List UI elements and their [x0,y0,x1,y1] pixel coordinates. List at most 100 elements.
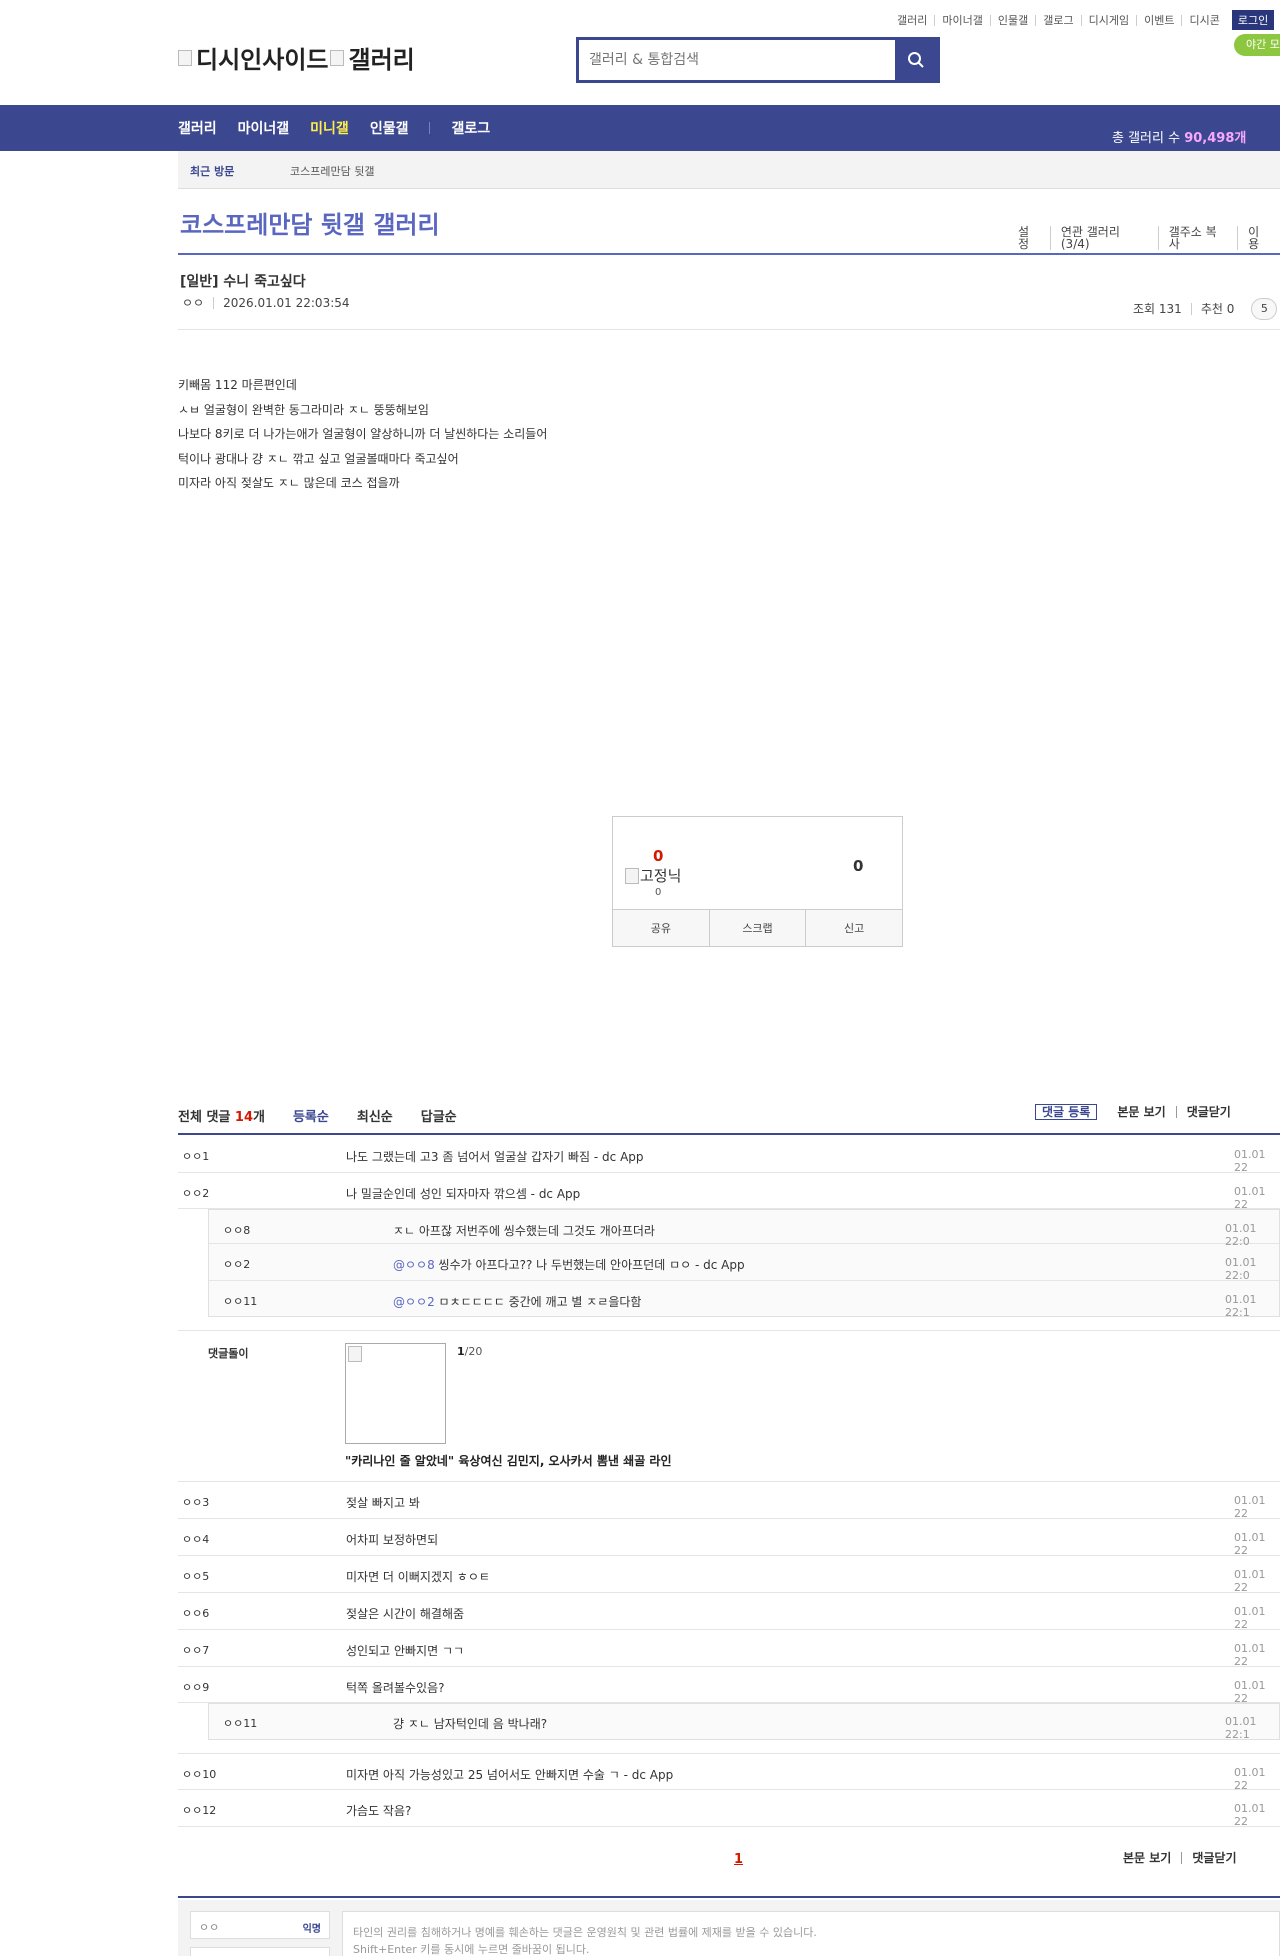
gnb-item-mini[interactable]: 미니갤 [310,118,349,138]
comment-nick[interactable]: ㅇㅇ6 [182,1605,209,1621]
comment-textarea[interactable]: 타인의 권리를 침해하거나 명예를 훼손하는 댓글은 운영원칙 및 관련 법률에… [342,1911,1280,1956]
write-divider [178,1896,1280,1898]
reply-mention[interactable]: @ㅇㅇ2 [393,1295,435,1309]
comment-date: 01.01 22 [1234,1148,1266,1174]
comment-nick[interactable]: ㅇㅇ4 [182,1531,209,1547]
login-button[interactable]: 로그인 [1231,10,1275,30]
title-divider [178,253,1280,255]
top-link-dccon[interactable]: 디시콘 [1181,14,1226,26]
comment-page-current[interactable]: 1 [734,1852,743,1867]
top-link-event[interactable]: 이벤트 [1136,14,1181,26]
view-body-button[interactable]: 본문 보기 [1107,1106,1165,1118]
comment-nick[interactable]: ㅇㅇ5 [182,1568,209,1584]
comment-text: 턱쪽 올려볼수있음? [346,1681,445,1695]
recommend-down-count[interactable]: 0 [853,857,863,875]
comment-nick[interactable]: ㅇㅇ1 [182,1148,209,1164]
password-field[interactable] [190,1947,330,1956]
gallery-option-usage[interactable]: 이용 [1237,226,1280,250]
broken-image-icon [178,49,192,66]
fixed-nick-count: 0 [655,887,662,898]
gallery-option-related[interactable]: 연관 갤러리(3/4) [1049,226,1158,250]
comment-row: ㅇㅇ12 가슴도 작음? 01.01 22 [178,1790,1280,1828]
reply-body: ㅈㄴ 아프잖 저번주에 씽수했는데 그것도 개아프더라 [393,1224,655,1238]
reply-nick[interactable]: ㅇㅇ2 [223,1256,250,1272]
post-views: 조회 131 [1133,302,1182,316]
top-link-minor[interactable]: 마이너갤 [934,14,989,26]
reply-date: 01.01 22:1 [1225,1293,1257,1319]
reply-date: 01.01 22:0 [1225,1256,1257,1282]
post-author[interactable]: ㅇㅇ [180,297,213,309]
post-body-line: 키빼몸 112 마른편인데 [178,378,297,392]
comment-date: 01.01 22 [1234,1531,1266,1557]
comment-nick[interactable]: ㅇㅇ10 [182,1766,216,1782]
comment-date: 01.01 22 [1234,1494,1266,1520]
reply-body: 씽수가 아프다고?? 나 두번했는데 안아프던데 ㅁㅇ - dc App [434,1258,745,1272]
comment-bot-page-current: 1 [457,1345,465,1358]
comment-nick[interactable]: ㅇㅇ12 [182,1802,216,1818]
top-utility-links: 갤러리 마이너갤 인물갤 갤로그 디시게임 이벤트 디시콘 로그인 [890,10,1275,30]
recent-visit-label[interactable]: 최근 방문 [190,163,234,179]
comment-nick[interactable]: ㅇㅇ9 [182,1679,209,1695]
gnb-item-gallery[interactable]: 갤러리 [178,118,217,138]
post-body-line: ㅅㅂ 얼굴형이 완벽한 동그라미라 ㅈㄴ 뚱뚱해보임 [178,402,429,417]
comment-count-badge[interactable]: 5 [1251,298,1278,320]
reply-nick[interactable]: ㅇㅇ11 [223,1715,257,1731]
fixed-nick-alt: 고정닉 [640,867,682,885]
gallery-option-copy-url[interactable]: 갤주소 복사 [1157,226,1237,250]
total-gallery-count: 총 갤러리 수 90,498개 [1112,127,1246,146]
top-link-person[interactable]: 인물갤 [989,14,1035,26]
comment-register-button[interactable]: 댓글 등록 [1035,1104,1098,1120]
comment-bot-page: 1/20 [457,1345,482,1358]
gnb-item-person[interactable]: 인물갤 [370,118,409,138]
search-input[interactable] [579,40,895,80]
bottom-view-body-button[interactable]: 본문 보기 [1123,1852,1171,1864]
bottom-close-comments-button[interactable]: 댓글닫기 [1181,1852,1237,1864]
nickname-field[interactable]: ㅇㅇ 익명 [190,1911,330,1939]
comment-nick[interactable]: ㅇㅇ7 [182,1642,209,1658]
reply-row: ㅇㅇ8 ㅈㄴ 아프잖 저번주에 씽수했는데 그것도 개아프더라 01.01 22… [209,1210,1279,1248]
search-icon [908,52,924,68]
reply-row: ㅇㅇ2 @ㅇㅇ8 씽수가 아프다고?? 나 두번했는데 안아프던데 ㅁㅇ - d… [209,1244,1279,1282]
reply-mention[interactable]: @ㅇㅇ8 [393,1258,435,1272]
scrap-button[interactable]: 스크랩 [708,910,806,946]
nickname-value: ㅇㅇ [199,1921,220,1934]
fixed-nick-recommend[interactable]: 고정닉 [625,865,681,886]
report-button[interactable]: 신고 [805,910,902,946]
gallery-title[interactable]: 코스프레만담 뒷갤 갤러리 [180,205,440,240]
top-link-gallog[interactable]: 갤로그 [1035,14,1080,26]
comment-total: 전체 댓글 14개 [178,1106,265,1125]
recent-visit-item[interactable]: 코스프레만담 뒷갤 [290,163,374,179]
gallery-option-settings[interactable]: 설정 [1008,226,1050,250]
comment-bot-headline[interactable]: "카리나인 줄 알았네" 육상여신 김민지, 오사카서 뽐낸 쇄골 라인 [345,1452,672,1469]
night-mode-toggle[interactable]: 야간 모 [1234,34,1280,56]
recommend-actions: 공유 스크랩 신고 [613,909,902,946]
top-link-gallery[interactable]: 갤러리 [890,15,934,26]
comment-bot-thumbnail[interactable] [345,1343,446,1444]
share-button[interactable]: 공유 [613,910,709,946]
comment-nick[interactable]: ㅇㅇ3 [182,1494,209,1510]
site-logo[interactable]: 디시인사이드 갤러리 [178,40,415,75]
comment-date: 01.01 22 [1234,1642,1266,1668]
gnb-item-gallog[interactable]: 갤로그 [451,118,490,138]
sort-registered[interactable]: 등록순 [293,1106,329,1125]
search-button[interactable] [895,40,937,80]
gnb-item-minor[interactable]: 마이너갤 [238,118,290,138]
comment-text: 미자면 아직 가능성있고 25 넘어서도 안빠지면 수술 ㄱ - dc App [346,1768,674,1782]
sort-replies[interactable]: 답글순 [421,1106,457,1125]
comment-nick[interactable]: ㅇㅇ2 [182,1185,209,1201]
comment-date: 01.01 22 [1234,1185,1266,1211]
top-link-game[interactable]: 디시게임 [1080,14,1136,26]
comment-bot-box: 댓글돌이 1/20 "카리나인 줄 알았네" 육상여신 김민지, 오사카서 뽐낸… [178,1330,1280,1482]
comment-date: 01.01 22 [1234,1679,1266,1705]
reply-nick[interactable]: ㅇㅇ8 [223,1222,250,1238]
sort-latest[interactable]: 최신순 [357,1106,393,1125]
comment-date: 01.01 22 [1234,1605,1266,1631]
close-comments-button[interactable]: 댓글닫기 [1175,1106,1231,1118]
gnb-menu: 갤러리 마이너갤 미니갤 인물갤 갤로그 [178,105,511,151]
comment-row: ㅇㅇ4 어차피 보정하면되 01.01 22 [178,1519,1280,1557]
recommend-up-count[interactable]: 0 [653,847,663,865]
post-body-line: 미자라 아직 젖살도 ㅈㄴ 많은데 코스 접을까 [178,476,400,490]
reply-nick[interactable]: ㅇㅇ11 [223,1293,257,1309]
comment-date: 01.01 22 [1234,1802,1266,1828]
reply-text: @ㅇㅇ2 ㅁㅊㄷㄷㄷㄷ 중간에 깨고 별 ㅈㄹ을다함 [393,1293,641,1310]
